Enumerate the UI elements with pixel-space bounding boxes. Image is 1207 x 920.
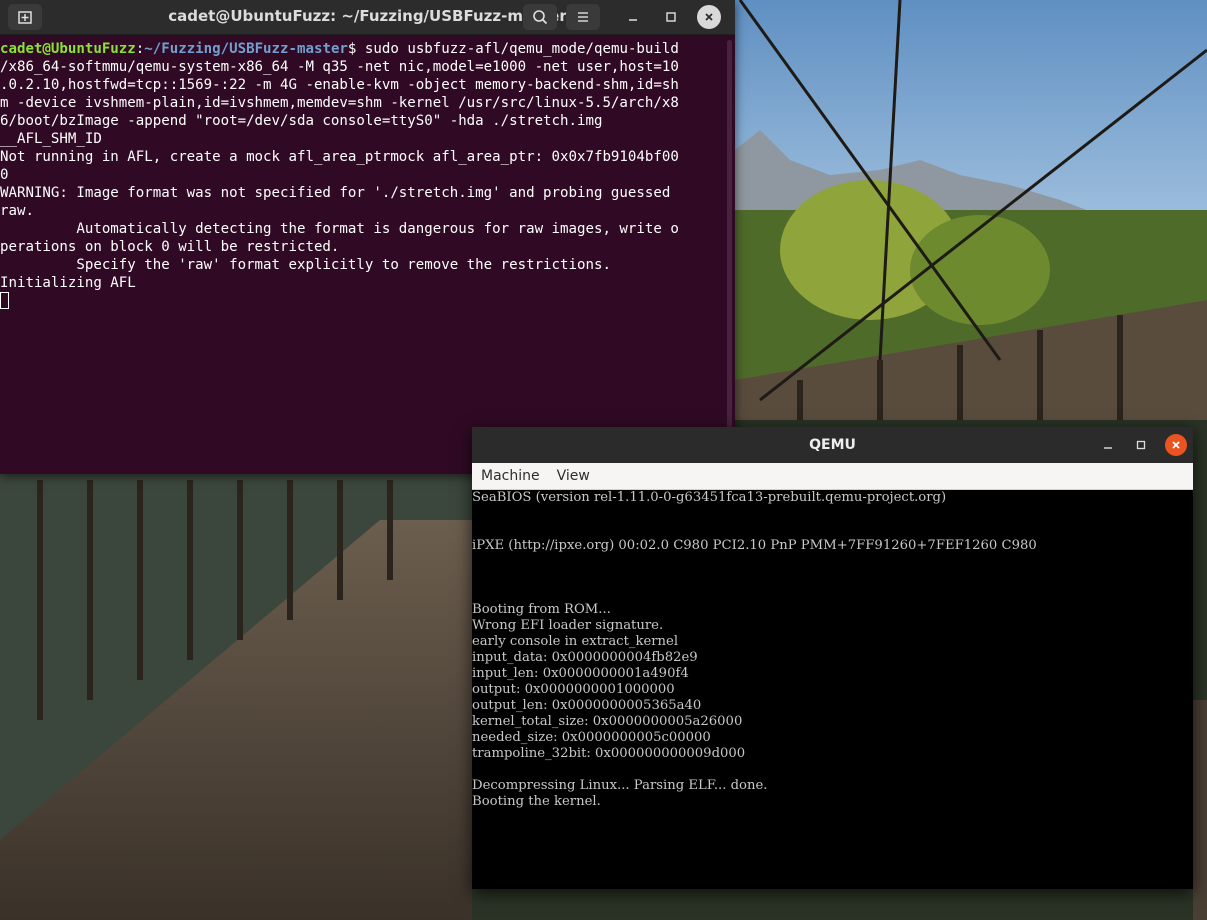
terminal-line: m -device ivshmem-plain,id=ivshmem,memde… xyxy=(0,95,679,111)
minimize-icon xyxy=(1104,447,1112,449)
console-line: Booting the kernel. xyxy=(472,794,601,809)
maximize-button[interactable] xyxy=(654,4,688,30)
minimize-button[interactable] xyxy=(616,4,650,30)
qemu-menubar: Machine View xyxy=(472,463,1193,490)
console-line: SeaBIOS (version rel-1.11.0-0-g63451fca1… xyxy=(472,490,947,505)
terminal-line: Specify the 'raw' format explicitly to r… xyxy=(0,257,611,273)
console-line: kernel_total_size: 0x0000000005a26000 xyxy=(472,714,743,729)
prompt-user: cadet@UbuntuFuzz xyxy=(0,41,136,57)
terminal-line: 6/boot/bzImage -append "root=/dev/sda co… xyxy=(0,113,603,129)
prompt-symbol: $ xyxy=(347,41,365,57)
maximize-icon xyxy=(666,12,676,22)
console-line: output: 0x0000000001000000 xyxy=(472,682,675,697)
new-tab-icon xyxy=(18,11,32,24)
close-icon xyxy=(1172,441,1180,449)
console-line: iPXE (http://ipxe.org) 00:02.0 C980 PCI2… xyxy=(472,538,1037,553)
close-icon xyxy=(705,13,713,21)
search-icon xyxy=(533,10,548,25)
terminal-line: .0.2.10,hostfwd=tcp::1569-:22 -m 4G -ena… xyxy=(0,77,679,93)
terminal-cursor xyxy=(0,292,9,309)
console-line: needed_size: 0x0000000005c00000 xyxy=(472,730,711,745)
terminal-line: Not running in AFL, create a mock afl_ar… xyxy=(0,149,679,165)
qemu-minimize-button[interactable] xyxy=(1098,435,1118,455)
prompt-separator: : xyxy=(135,41,145,57)
terminal-line: 0 xyxy=(0,167,9,183)
console-line: Wrong EFI loader signature. xyxy=(472,618,664,633)
terminal-window[interactable]: cadet@UbuntuFuzz: ~/Fuzzing/USBFuzz-mast… xyxy=(0,0,735,474)
menu-view[interactable]: View xyxy=(548,463,598,489)
console-line: input_data: 0x0000000004fb82e9 xyxy=(472,650,698,665)
terminal-line: perations on block 0 will be restricted. xyxy=(0,239,340,255)
menu-button[interactable] xyxy=(566,4,600,30)
terminal-line: WARNING: Image format was not specified … xyxy=(0,185,671,201)
new-tab-button[interactable] xyxy=(8,4,42,30)
qemu-window[interactable]: QEMU Machine View SeaBIOS (version rel-1… xyxy=(472,427,1193,889)
console-line: trampoline_32bit: 0x000000000009d000 xyxy=(472,746,746,761)
terminal-line: Initializing AFL xyxy=(0,275,136,291)
terminal-scrollbar[interactable] xyxy=(727,40,732,470)
search-button[interactable] xyxy=(523,4,557,30)
qemu-title: QEMU xyxy=(809,437,856,453)
console-line: early console in extract_kernel xyxy=(472,634,679,649)
prompt-path: ~/Fuzzing/USBFuzz-master xyxy=(144,41,348,57)
console-line: output_len: 0x0000000005365a40 xyxy=(472,698,702,713)
maximize-icon xyxy=(1136,440,1146,450)
terminal-line: raw. xyxy=(0,203,34,219)
menu-machine[interactable]: Machine xyxy=(472,463,548,489)
qemu-close-button[interactable] xyxy=(1165,434,1187,456)
qemu-vm-display[interactable]: SeaBIOS (version rel-1.11.0-0-g63451fca1… xyxy=(472,490,1193,889)
command-text: sudo usbfuzz-afl/qemu_mode/qemu-build xyxy=(364,41,679,57)
hamburger-menu-icon xyxy=(578,12,588,22)
qemu-maximize-button[interactable] xyxy=(1131,435,1151,455)
console-line: input_len: 0x0000000001a490f4 xyxy=(472,666,689,681)
terminal-output[interactable]: cadet@UbuntuFuzz:~/Fuzzing/USBFuzz-maste… xyxy=(0,40,722,474)
terminal-line: /x86_64-softmmu/qemu-system-x86_64 -M q3… xyxy=(0,59,679,75)
minimize-icon xyxy=(629,19,637,21)
terminal-titlebar[interactable]: cadet@UbuntuFuzz: ~/Fuzzing/USBFuzz-mast… xyxy=(0,0,735,35)
close-button[interactable] xyxy=(697,5,721,29)
terminal-line: __AFL_SHM_ID xyxy=(0,131,102,147)
console-line: Decompressing Linux... Parsing ELF... do… xyxy=(472,778,768,793)
console-line: Booting from ROM... xyxy=(472,602,611,617)
terminal-line: Automatically detecting the format is da… xyxy=(0,221,679,237)
qemu-titlebar[interactable]: QEMU xyxy=(472,427,1193,463)
